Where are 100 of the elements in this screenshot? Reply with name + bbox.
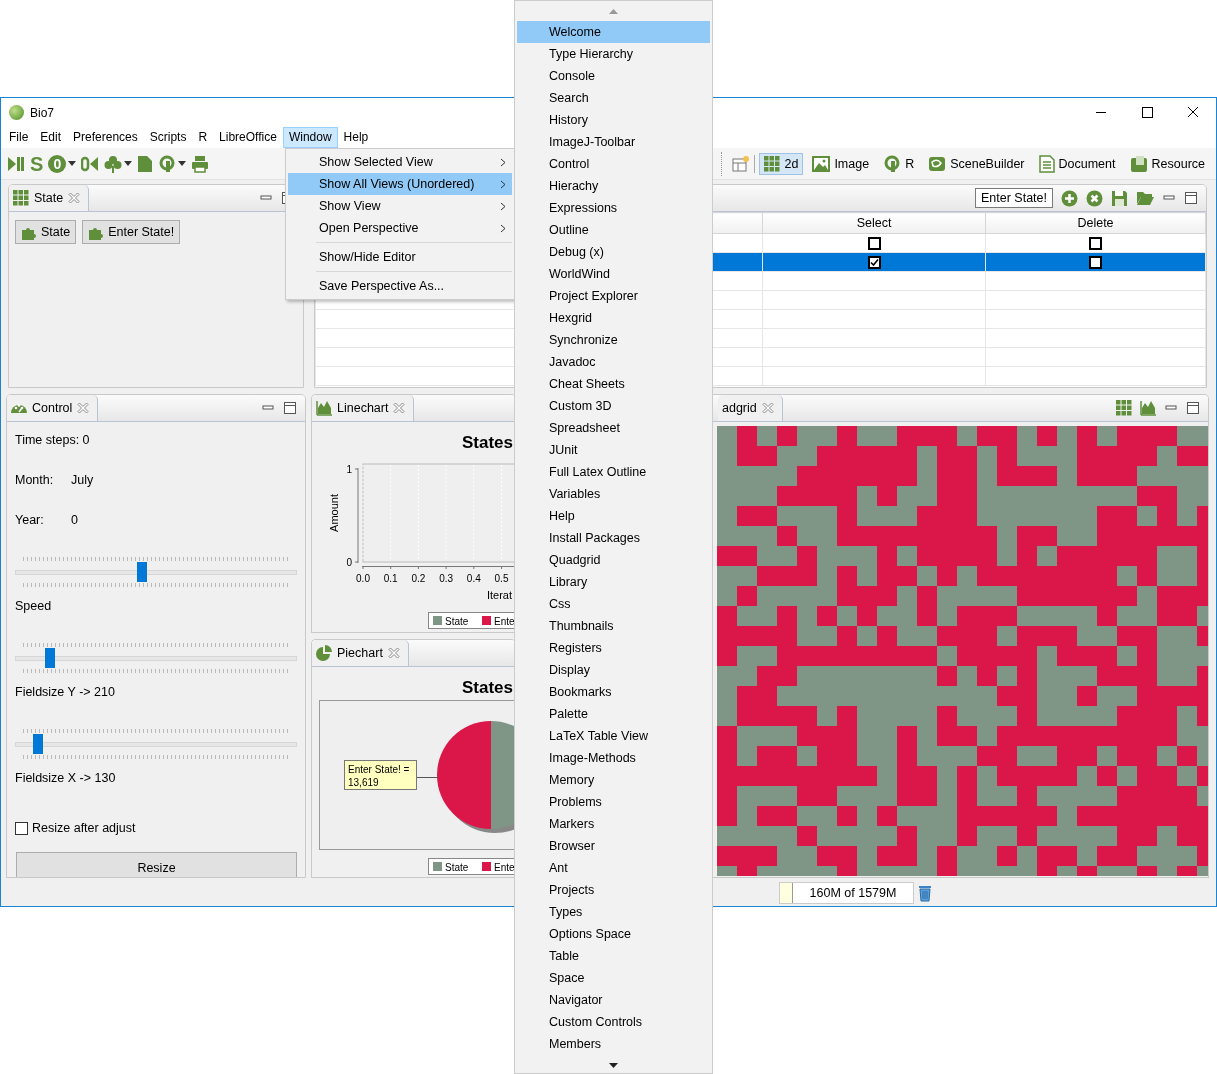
menu[interactable]: File <box>3 127 35 148</box>
checkbox[interactable] <box>867 237 881 251</box>
menu-item[interactable]: Options Space <box>517 923 710 945</box>
menu-item[interactable]: Control <box>517 153 710 175</box>
menu-item[interactable]: Project Explorer <box>517 285 710 307</box>
menu-item[interactable]: Variables <box>517 483 710 505</box>
menu-item[interactable]: Spreadsheet <box>517 417 710 439</box>
menu-item[interactable]: Quadgrid <box>517 549 710 571</box>
checkbox[interactable] <box>15 821 28 835</box>
folder-icon[interactable] <box>1136 190 1154 206</box>
menu[interactable]: Window <box>282 127 338 148</box>
caret-icon[interactable] <box>178 161 187 166</box>
menu[interactable]: Help <box>337 127 375 148</box>
play-pause-icon[interactable] <box>7 154 25 173</box>
column-header[interactable]: Select <box>762 212 986 234</box>
menu-item[interactable]: Ant <box>517 857 710 879</box>
perspective-button[interactable]: SceneBuilder <box>923 152 1030 175</box>
toolbar-glyph[interactable]: S <box>30 154 44 173</box>
checkbox[interactable] <box>1089 256 1102 270</box>
scroll-down-icon[interactable] <box>609 1062 618 1068</box>
printer-icon[interactable] <box>191 154 210 173</box>
grid-icon[interactable] <box>1116 400 1132 416</box>
menu-item[interactable]: Memory <box>517 769 710 791</box>
menu-item[interactable]: Welcome <box>517 21 710 43</box>
close-icon[interactable] <box>393 402 406 414</box>
menu-item[interactable]: Display <box>517 659 710 681</box>
menu-item[interactable]: Thumbnails <box>517 615 710 637</box>
view-tab[interactable]: Piechart <box>312 640 409 666</box>
toolbar-glyph[interactable]: 0 <box>48 154 67 173</box>
menu-item[interactable]: Navigator <box>517 989 710 1011</box>
menu-item[interactable]: Console <box>517 65 710 87</box>
maximize-icon[interactable] <box>1184 191 1198 205</box>
menu-item[interactable]: Custom Controls <box>517 1011 710 1033</box>
toolbar-button[interactable]: State <box>15 220 77 244</box>
menu[interactable]: R <box>192 127 214 148</box>
caret-icon[interactable] <box>68 161 77 166</box>
view-tab[interactable]: adgrid <box>718 395 783 421</box>
view-tab[interactable]: Linechart <box>312 395 415 421</box>
close-icon[interactable] <box>761 402 774 414</box>
maximize-icon[interactable] <box>1186 401 1200 415</box>
menu[interactable]: Scripts <box>143 127 193 148</box>
menu-item[interactable]: Library <box>517 571 710 593</box>
area-chart-icon[interactable] <box>1140 400 1156 416</box>
slider[interactable] <box>15 555 297 589</box>
menu-item[interactable]: Show Selected View <box>288 151 512 173</box>
menu-item[interactable]: Help <box>517 505 710 527</box>
menu-item[interactable]: Search <box>517 87 710 109</box>
remove-icon[interactable] <box>1086 189 1103 207</box>
perspective-button[interactable]: R <box>878 151 920 176</box>
close-icon[interactable] <box>68 192 81 204</box>
menu-item[interactable]: LaTeX Table View <box>517 725 710 747</box>
menu-item[interactable]: Css <box>517 593 710 615</box>
menu-item[interactable]: Javadoc <box>517 351 710 373</box>
window-plus-icon[interactable] <box>732 154 751 173</box>
close-icon[interactable] <box>387 647 400 659</box>
slider[interactable] <box>15 641 297 675</box>
menu-item[interactable]: Types <box>517 901 710 923</box>
menu-item[interactable]: Outline <box>517 219 710 241</box>
checkbox[interactable] <box>1089 237 1102 251</box>
toolbar-button[interactable]: Enter State! <box>82 220 181 244</box>
menu-item[interactable]: Custom 3D <box>517 395 710 417</box>
slider[interactable] <box>15 727 297 761</box>
menu-item[interactable]: Image-Methods <box>517 747 710 769</box>
checkbox-label[interactable]: Resize after adjust <box>32 821 136 835</box>
state-name-field[interactable]: Enter State! <box>975 188 1053 208</box>
menu-item[interactable]: Space <box>517 967 710 989</box>
view-tab[interactable]: State <box>9 185 90 211</box>
menu-item[interactable]: Save Perspective As... <box>288 275 512 297</box>
menu-item[interactable]: Synchronize <box>517 329 710 351</box>
menu-item[interactable]: JUnit <box>517 439 710 461</box>
menu-item[interactable]: WorldWind <box>517 263 710 285</box>
menu-item[interactable]: Registers <box>517 637 710 659</box>
menu-item[interactable]: Members <box>517 1033 710 1055</box>
perspective-button[interactable]: 2d <box>759 152 804 175</box>
add-icon[interactable] <box>1061 189 1078 207</box>
menu-item[interactable]: Table <box>517 945 710 967</box>
menu-item[interactable]: Show All Views (Unordered) <box>288 173 512 195</box>
menu-item[interactable]: Debug (x) <box>517 241 710 263</box>
menu[interactable]: LibreOffice <box>213 127 283 148</box>
perspective-button[interactable]: Image <box>807 152 875 175</box>
menu-item[interactable]: ImageJ-Toolbar <box>517 131 710 153</box>
menu[interactable]: Preferences <box>67 127 144 148</box>
maximize-icon[interactable] <box>283 401 297 415</box>
view-tab[interactable]: Control <box>7 395 99 421</box>
menu[interactable]: Edit <box>34 127 68 148</box>
menu-item[interactable]: Bookmarks <box>517 681 710 703</box>
menu-item[interactable]: Markers <box>517 813 710 835</box>
close-icon[interactable] <box>77 402 90 414</box>
perspective-button[interactable]: Resource <box>1124 151 1210 176</box>
menu-item[interactable]: Cheat Sheets <box>517 373 710 395</box>
menu-item[interactable]: Install Packages <box>517 527 710 549</box>
menu-item[interactable]: Show View <box>288 195 512 217</box>
column-header[interactable]: Delete <box>985 212 1206 234</box>
checkbox[interactable] <box>867 256 881 270</box>
menu-item[interactable]: Problems <box>517 791 710 813</box>
menu-item[interactable]: History <box>517 109 710 131</box>
menu-item[interactable]: Full Latex Outline <box>517 461 710 483</box>
menu-item[interactable]: Palette <box>517 703 710 725</box>
menu-item[interactable]: Expressions <box>517 197 710 219</box>
trash-icon[interactable] <box>918 884 932 902</box>
